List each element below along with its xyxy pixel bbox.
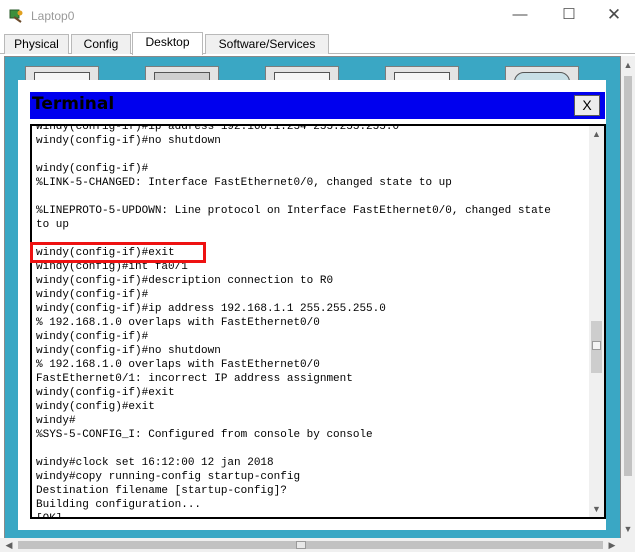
terminal-header: Terminal X	[30, 92, 605, 119]
terminal-line: Building configuration...	[36, 499, 202, 511]
tab-physical[interactable]: Physical	[4, 34, 69, 54]
window-vertical-scrollbar[interactable]: ▲ ▼	[621, 56, 635, 538]
terminal-line: %LINK-5-CHANGED: Interface FastEthernet0…	[36, 177, 452, 189]
terminal-footer	[30, 519, 606, 530]
terminal-line: windy#copy running-config startup-config	[36, 471, 301, 483]
tab-desktop[interactable]: Desktop	[132, 32, 203, 55]
scrollbar-corner	[621, 538, 635, 552]
scrollbar-thumb[interactable]	[591, 321, 602, 373]
exit-command-highlight	[30, 242, 206, 263]
scroll-down-icon[interactable]: ▼	[589, 502, 604, 516]
terminal-output[interactable]: windy(config-if)#ip address 192.168.1.25…	[30, 124, 606, 519]
close-window-button[interactable]: ✕	[599, 4, 629, 26]
maximize-button[interactable]: ☐	[554, 4, 584, 26]
terminal-line: windy(config-if)#	[36, 289, 149, 301]
terminal-line: windy(config-if)#description connection …	[36, 275, 334, 287]
scrollbar-thumb[interactable]	[18, 541, 603, 549]
scroll-up-icon[interactable]: ▲	[589, 127, 604, 141]
terminal-line: FastEthernet0/1: incorrect IP address as…	[36, 373, 353, 385]
terminal-line: windy(config-if)#	[36, 163, 149, 175]
terminal-panel: Terminal X windy(config-if)#ip address 1…	[18, 80, 606, 530]
window-horizontal-scrollbar[interactable]: ◀ ▶	[0, 538, 621, 552]
minimize-button[interactable]: —	[505, 4, 535, 26]
tab-software-services[interactable]: Software/Services	[205, 34, 329, 54]
terminal-line: windy#clock set 16:12:00 12 jan 2018	[36, 457, 274, 469]
terminal-line: %LINEPROTO-5-UPDOWN: Line protocol on In…	[36, 205, 551, 217]
terminal-close-button[interactable]: X	[574, 95, 600, 116]
terminal-line: %SYS-5-CONFIG_I: Configured from console…	[36, 429, 373, 441]
terminal-line: to up	[36, 219, 70, 231]
terminal-text: windy(config-if)#ip address 192.168.1.25…	[36, 124, 590, 519]
terminal-line: [OK]	[36, 513, 63, 519]
terminal-line: Destination filename [startup-config]?	[36, 485, 287, 497]
laptop-app-icon	[9, 9, 23, 23]
window-title-bar: Laptop0 — ☐ ✕	[0, 0, 635, 32]
terminal-line: % 192.168.1.0 overlaps with FastEthernet…	[36, 359, 320, 371]
terminal-line: windy(config-if)#	[36, 331, 149, 343]
scroll-up-icon[interactable]: ▲	[621, 58, 635, 72]
terminal-line: windy(config-if)#no shutdown	[36, 135, 221, 147]
terminal-line: windy(config-if)#no shutdown	[36, 345, 221, 357]
scrollbar-thumb[interactable]	[624, 76, 632, 476]
terminal-line: windy(config-if)#exit	[36, 387, 175, 399]
terminal-line: % 192.168.1.0 overlaps with FastEthernet…	[36, 317, 320, 329]
terminal-line: windy(config)#exit	[36, 401, 155, 413]
scroll-left-icon[interactable]: ◀	[2, 538, 16, 552]
window-title: Laptop0	[31, 9, 75, 23]
tab-config[interactable]: Config	[71, 34, 131, 54]
scroll-right-icon[interactable]: ▶	[605, 538, 619, 552]
terminal-line: windy(config-if)#ip address 192.168.1.1 …	[36, 303, 386, 315]
terminal-line: windy#	[36, 415, 76, 427]
tab-strip: Physical Config Desktop Software/Service…	[0, 32, 635, 55]
scroll-down-icon[interactable]: ▼	[621, 522, 635, 536]
terminal-title: Terminal	[32, 94, 115, 114]
terminal-vertical-scrollbar[interactable]: ▲ ▼	[589, 126, 604, 517]
terminal-line: windy(config-if)#ip address 192.168.1.25…	[36, 124, 400, 133]
